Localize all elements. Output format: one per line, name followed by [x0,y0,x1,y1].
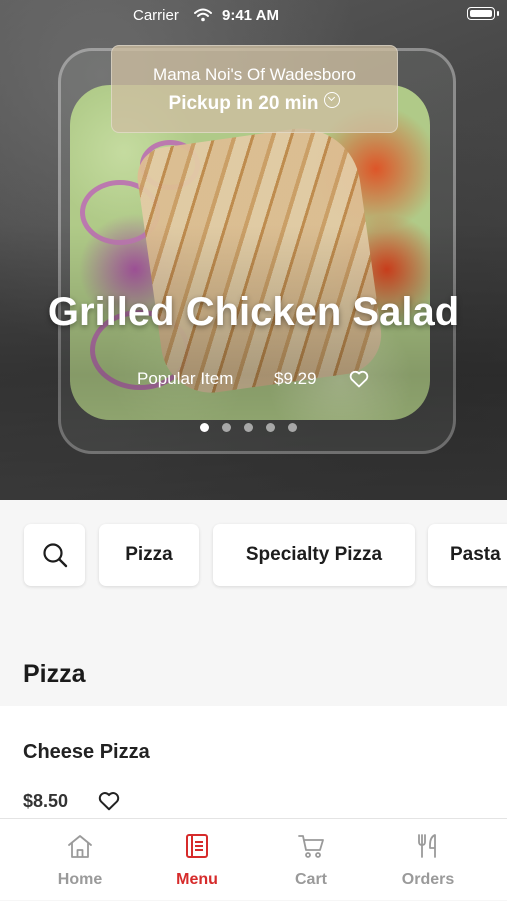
battery-icon [467,7,499,20]
search-button[interactable] [24,524,85,586]
menu-item-name: Cheese Pizza [23,741,150,763]
carousel-dot[interactable] [288,423,297,432]
status-bar: Carrier 9:41 AM [0,0,507,30]
search-icon [42,543,67,568]
carousel-dot[interactable] [244,423,253,432]
tab-cart[interactable]: Cart [256,819,366,901]
pickup-selector[interactable]: Mama Noi's Of Wadesboro Pickup in 20 min [111,45,398,133]
cart-icon [298,835,324,858]
menu-item-card[interactable]: Cheese Pizza $8.50 [0,706,507,818]
tab-home[interactable]: Home [25,819,135,901]
category-chip-specialty-pizza[interactable]: Specialty Pizza [213,524,415,586]
clock: 9:41 AM [222,7,279,24]
heart-icon[interactable] [349,370,369,388]
tab-label: Home [57,871,103,888]
featured-item-title: Grilled Chicken Salad [47,290,460,334]
category-chip-pasta[interactable]: Pasta [428,524,507,586]
wifi-icon [194,8,212,22]
tab-orders[interactable]: Orders [373,819,483,901]
pickup-time[interactable]: Pickup in 20 min [112,92,397,115]
tab-menu[interactable]: Menu [142,819,252,901]
category-chip-pizza[interactable]: Pizza [99,524,199,586]
pickup-time-label: Pickup in 20 min [168,93,319,114]
tab-label: Orders [401,871,455,888]
featured-item-price: $9.29 [274,369,317,388]
carousel-dot[interactable] [266,423,275,432]
tab-bar: Home Menu Cart Orders [0,818,507,900]
popular-badge: Popular Item [137,369,234,388]
carousel-dot[interactable] [200,423,209,432]
menu-item-price: $8.50 [23,791,69,811]
heart-icon[interactable] [98,791,120,811]
section-title: Pizza [23,660,86,688]
home-icon [68,835,92,858]
hero-banner[interactable]: Carrier 9:41 AM Mama Noi's Of Wadesboro … [0,0,507,500]
menu-icon [186,834,208,858]
restaurant-name: Mama Noi's Of Wadesboro [153,65,356,84]
carrier-label: Carrier [133,7,179,24]
carousel-dot[interactable] [222,423,231,432]
chevron-down-icon [324,92,341,108]
tab-label: Menu [176,871,218,888]
orders-icon [418,834,436,858]
category-bar: Pizza Specialty Pizza Pasta [0,500,507,620]
tab-label: Cart [294,871,327,888]
